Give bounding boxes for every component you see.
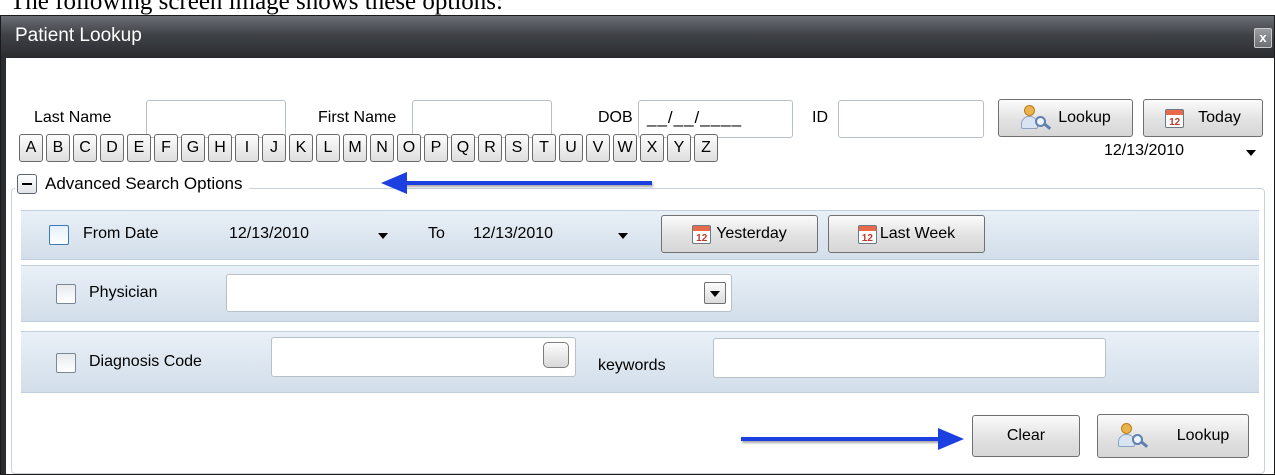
diagnosis-row: Diagnosis Code keywords	[21, 331, 1259, 393]
letter-button-y[interactable]: Y	[667, 134, 691, 162]
letter-button-h[interactable]: H	[208, 134, 232, 162]
diagnosis-checkbox[interactable]	[56, 353, 76, 373]
title-bar: Patient Lookup x	[1, 16, 1274, 58]
alphabet-bar: ABCDEFGHIJKLMNOPQRSTUVWXYZ	[19, 134, 718, 162]
letter-button-g[interactable]: G	[181, 134, 205, 162]
chevron-down-icon	[710, 291, 720, 297]
calendar-icon: 12	[692, 224, 712, 244]
keywords-label: keywords	[598, 357, 666, 374]
to-label: To	[428, 225, 445, 242]
from-date-checkbox[interactable]	[49, 225, 69, 245]
advanced-search-header[interactable]: Advanced Search Options	[15, 174, 249, 194]
clear-button[interactable]: Clear	[972, 415, 1080, 457]
to-date-select[interactable]: 12/13/2010	[467, 220, 647, 252]
letter-button-e[interactable]: E	[127, 134, 151, 162]
from-date-value: 12/13/2010	[229, 225, 310, 242]
letter-button-q[interactable]: Q	[451, 134, 475, 162]
date-range-row: From Date 12/13/2010 To 12/13/2010 12 Ye…	[21, 210, 1259, 260]
diagnosis-code-input[interactable]	[271, 337, 576, 377]
chevron-down-icon	[618, 233, 628, 239]
physician-checkbox[interactable]	[56, 284, 76, 304]
letter-button-c[interactable]: C	[73, 134, 97, 162]
letter-button-a[interactable]: A	[19, 134, 43, 162]
footer-lookup-button-label: Lookup	[1176, 427, 1230, 444]
annotation-arrow-left-head	[381, 172, 407, 194]
letter-button-n[interactable]: N	[370, 134, 394, 162]
physician-dropdown-button[interactable]	[704, 282, 726, 304]
clear-button-label: Clear	[1006, 427, 1046, 444]
dob-label: DOB	[598, 109, 633, 126]
dob-input[interactable]: __/__/____	[638, 100, 793, 138]
letter-button-o[interactable]: O	[397, 134, 421, 162]
patient-lookup-window: Patient Lookup x Last Name First Name DO…	[0, 15, 1275, 475]
letter-button-p[interactable]: P	[424, 134, 448, 162]
footer-lookup-button[interactable]: Lookup	[1097, 414, 1249, 458]
last-week-button-label: Last Week	[879, 225, 956, 242]
physician-select[interactable]	[226, 274, 732, 312]
annotation-arrow-left-shaft	[404, 181, 652, 185]
letter-button-j[interactable]: J	[262, 134, 286, 162]
minus-toggle-icon[interactable]	[17, 174, 37, 194]
letter-button-r[interactable]: R	[478, 134, 502, 162]
letter-button-t[interactable]: T	[532, 134, 556, 162]
id-label: ID	[812, 109, 828, 126]
page-caption: The following screen image shows these o…	[10, 0, 503, 15]
diagnosis-lookup-button[interactable]	[543, 342, 569, 368]
diagnosis-code-label: Diagnosis Code	[89, 353, 202, 370]
annotation-arrow-right-head	[938, 428, 964, 450]
first-name-label: First Name	[318, 109, 397, 126]
letter-button-s[interactable]: S	[505, 134, 529, 162]
calendar-icon: 12	[857, 224, 877, 244]
first-name-input[interactable]	[412, 100, 552, 138]
letter-button-i[interactable]: I	[235, 134, 259, 162]
close-button[interactable]: x	[1254, 28, 1272, 48]
chevron-down-icon	[378, 233, 388, 239]
yesterday-button-label: Yesterday	[716, 225, 787, 242]
advanced-search-title: Advanced Search Options	[45, 174, 243, 193]
last-name-input[interactable]	[146, 100, 286, 138]
lookup-button-label: Lookup	[1058, 109, 1111, 126]
yesterday-button[interactable]: 12 Yesterday	[661, 215, 818, 253]
letter-button-u[interactable]: U	[559, 134, 583, 162]
letter-button-v[interactable]: V	[586, 134, 610, 162]
letter-button-d[interactable]: D	[100, 134, 124, 162]
letter-button-z[interactable]: Z	[694, 134, 718, 162]
window-client-area: Last Name First Name DOB __/__/____ ID L…	[1, 58, 1274, 474]
today-button-label: Today	[1198, 109, 1241, 126]
from-date-label: From Date	[83, 225, 159, 242]
physician-label: Physician	[89, 284, 158, 301]
person-search-icon	[1020, 105, 1052, 131]
letter-button-w[interactable]: W	[613, 134, 637, 162]
from-date-select[interactable]: 12/13/2010	[223, 220, 403, 252]
keywords-input[interactable]	[713, 338, 1106, 378]
date-select-value: 12/13/2010	[1104, 142, 1185, 159]
lookup-button[interactable]: Lookup	[998, 99, 1133, 137]
today-button[interactable]: 12 Today	[1143, 99, 1263, 137]
letter-button-m[interactable]: M	[343, 134, 367, 162]
chevron-down-icon	[1246, 150, 1256, 156]
last-name-label: Last Name	[34, 109, 112, 126]
annotation-arrow-right-shaft	[741, 437, 941, 441]
last-week-button[interactable]: 12 Last Week	[828, 215, 985, 253]
letter-button-k[interactable]: K	[289, 134, 313, 162]
letter-button-x[interactable]: X	[640, 134, 664, 162]
date-select[interactable]: 12/13/2010	[1098, 137, 1263, 169]
letter-button-b[interactable]: B	[46, 134, 70, 162]
physician-row: Physician	[21, 265, 1259, 322]
calendar-icon: 12	[1165, 108, 1185, 128]
person-search-icon	[1117, 423, 1149, 449]
letter-button-f[interactable]: F	[154, 134, 178, 162]
letter-button-l[interactable]: L	[316, 134, 340, 162]
window-title: Patient Lookup	[15, 25, 142, 46]
to-date-value: 12/13/2010	[473, 225, 554, 242]
id-input[interactable]	[838, 100, 984, 138]
